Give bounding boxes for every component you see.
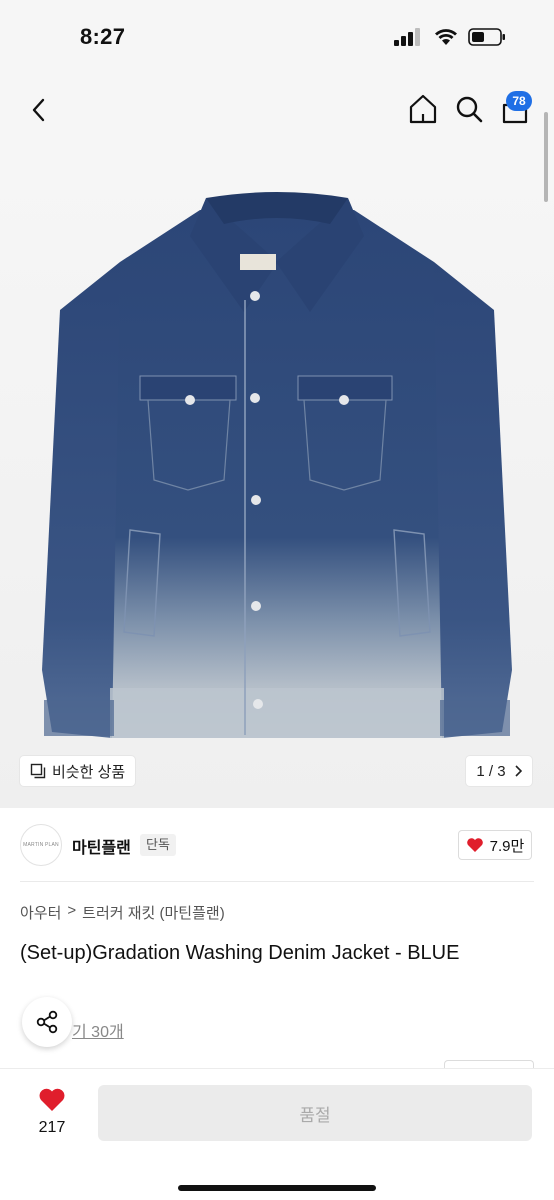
review-link[interactable]: 기 30개 [72,1018,124,1042]
back-icon[interactable] [24,94,54,126]
cart-count-badge: 78 [506,91,532,111]
scroll-indicator[interactable] [544,112,548,202]
share-icon [36,1010,58,1034]
brand-name[interactable]: 마틴플랜 [72,834,131,858]
status-time: 8:27 [80,24,126,49]
similar-products-button[interactable]: 비슷한 상품 [20,756,136,786]
heart-icon [39,1088,65,1111]
battery-icon [468,28,505,46]
similar-icon [30,763,46,779]
product-image[interactable] [0,150,554,808]
soldout-button[interactable]: 품절 [98,1085,532,1141]
wishlist-count: 217 [38,1119,66,1136]
brand-row: MARTIN PLAN 마틴플랜 단독 7.9만 [0,808,554,882]
heart-icon [466,838,483,852]
breadcrumb-separator: > [67,902,77,919]
chevron-right-icon [515,765,522,777]
share-button[interactable] [22,997,72,1047]
search-icon[interactable] [452,92,486,126]
product-title: (Set-up)Gradation Washing Denim Jacket -… [20,942,460,964]
bottom-action-bar: 217 품절 [0,1068,554,1200]
signal-icon [394,28,420,46]
exclusive-tag: 단독 [140,834,176,856]
wifi-icon [435,29,457,45]
breadcrumb: 아우터 > 트러커 재킷 (마틴플랜) [20,902,225,923]
status-icons [394,28,506,46]
denim-jacket-image [42,192,512,738]
status-bar: 8:27 [0,0,554,70]
brand-logo[interactable]: MARTIN PLAN [20,824,62,866]
divider [20,881,534,882]
breadcrumb-item-subcategory[interactable]: 트러커 재킷 (마틴플랜) [82,902,225,923]
image-pager-button[interactable]: 1 / 3 [466,756,532,786]
breadcrumb-item-category[interactable]: 아우터 [20,902,61,923]
wishlist-button[interactable]: 217 [26,1087,78,1147]
brand-like-count: 7.9만 [489,837,525,855]
home-icon[interactable] [406,92,440,126]
home-indicator [178,1185,376,1191]
brand-like-button[interactable]: 7.9만 [458,830,532,860]
top-nav: 78 [0,70,554,150]
page-indicator: 1 / 3 [476,762,506,780]
similar-products-label: 비슷한 상품 [52,763,126,781]
